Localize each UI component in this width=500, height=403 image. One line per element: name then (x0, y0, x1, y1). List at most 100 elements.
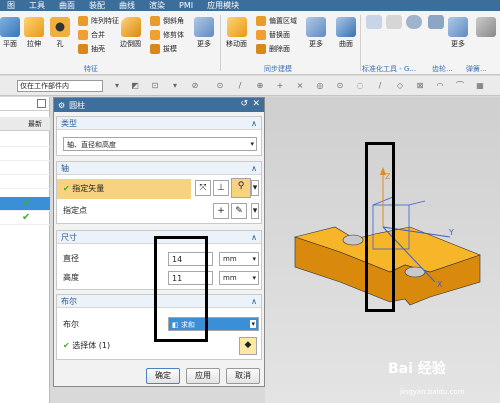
edge-blend-icon (120, 17, 141, 37)
ok-button[interactable]: 确定 (146, 368, 180, 384)
diameter-unit-dropdown[interactable]: mm ▾ (219, 252, 259, 266)
apply-button[interactable]: 应用 (186, 368, 220, 384)
quadrant-icon[interactable]: ⊙ (335, 81, 345, 91)
dialog-title-bar: ⚙ 圆柱 ↺ ✕ (54, 98, 264, 112)
draft-button[interactable]: 拔模 (150, 43, 177, 55)
inferred-vector-icon[interactable]: ⚲ (231, 178, 251, 198)
gear-tool[interactable] (406, 15, 422, 29)
tangent-icon[interactable]: ⌒ (455, 81, 465, 91)
tab-assembly[interactable]: 装配 (82, 0, 112, 11)
chevron-down-icon[interactable]: ▾ (251, 203, 259, 219)
tab-view[interactable]: 图 (0, 0, 22, 11)
inferred-point-icon[interactable]: ✎ (231, 203, 247, 219)
unite-button[interactable]: 合并 (78, 29, 105, 41)
pattern-icon (78, 16, 88, 26)
tab-render[interactable]: 渲染 (142, 0, 172, 11)
more-sync-button[interactable]: 更多 (306, 17, 326, 49)
extrude-button[interactable]: 拉伸 (24, 17, 44, 49)
selection-scope-dropdown[interactable]: 仅在工作部件内 (17, 80, 103, 92)
endpoint-icon[interactable]: / (235, 81, 245, 91)
trim-body-button[interactable]: 修剪体 (150, 29, 184, 41)
offset-region-icon (256, 16, 266, 26)
more-feature-button[interactable]: 更多 (194, 17, 214, 49)
existing-point-icon[interactable]: ◌ (355, 81, 365, 91)
section-header[interactable]: 类型 ∧ (57, 117, 261, 130)
filter-icon[interactable]: ▾ (112, 81, 122, 91)
navigator-row[interactable] (0, 133, 50, 147)
ribbon-separator (220, 15, 221, 71)
group-label-feature: 特征 (84, 65, 98, 73)
curve-rule-icon[interactable]: ⊘ (190, 81, 200, 91)
y-axis-label: Y (448, 228, 454, 237)
standard-tool-2[interactable] (386, 15, 402, 29)
shell-button[interactable]: 抽壳 (78, 43, 105, 55)
fastener-icon (386, 15, 402, 29)
annotation-box-dimensions (154, 236, 208, 342)
intersection-icon[interactable]: × (295, 81, 305, 91)
section-header[interactable]: 轴 ∧ (57, 162, 261, 175)
snap-point-icon[interactable]: ⊙ (215, 81, 225, 91)
chevron-down-icon: ▾ (252, 255, 256, 263)
gear-icon (406, 15, 422, 29)
point-dialog-icon[interactable]: + (213, 203, 229, 219)
point-on-face-icon[interactable]: ◇ (395, 81, 405, 91)
group-label-sync: 同步建模 (264, 65, 292, 73)
standard-tool-1[interactable] (366, 15, 382, 29)
pattern-feature-button[interactable]: 阵列特征 (78, 15, 119, 27)
navigator-row-selected[interactable]: ✔ (0, 197, 50, 211)
reverse-direction-icon[interactable]: ⤧ (195, 180, 211, 196)
replace-face-icon (256, 30, 266, 40)
chevron-up-icon: ∧ (251, 233, 257, 242)
select-icon[interactable]: ◩ (130, 81, 140, 91)
specify-vector-row[interactable]: ✔ 指定矢量 (57, 179, 191, 199)
center-icon[interactable]: ◎ (315, 81, 325, 91)
reset-icon[interactable]: ↺ (240, 99, 248, 109)
snap-icon[interactable]: ⊡ (150, 81, 160, 91)
move-face-button[interactable]: 移动面 (226, 17, 247, 49)
height-unit-dropdown[interactable]: mm ▾ (219, 271, 259, 285)
close-icon[interactable]: ✕ (252, 99, 260, 109)
control-point-icon[interactable]: + (275, 81, 285, 91)
surface-button[interactable]: 曲面 (336, 17, 356, 49)
offset-region-button[interactable]: 偏置区域 (256, 15, 297, 27)
chevron-down-icon: ▾ (250, 140, 254, 148)
navigator-close-icon[interactable] (37, 99, 46, 108)
more-apps-button[interactable]: 更多 (448, 17, 468, 49)
surface-icon (336, 17, 356, 37)
bounded-icon[interactable]: ⊠ (415, 81, 425, 91)
tab-applications[interactable]: 应用模块 (200, 0, 246, 11)
navigator-row[interactable]: ✔ (0, 211, 50, 225)
hole-icon (50, 17, 70, 37)
chamfer-button[interactable]: 倒斜角 (150, 15, 184, 27)
cancel-button[interactable]: 取消 (226, 368, 260, 384)
delete-face-button[interactable]: 删除面 (256, 43, 290, 55)
chevron-down-icon: ▾ (250, 320, 256, 328)
hole-button[interactable]: 孔 (50, 17, 70, 49)
tab-tools[interactable]: 工具 (22, 0, 52, 11)
point-on-curve-icon[interactable]: / (375, 81, 385, 91)
grid-icon[interactable]: ▦ (475, 81, 485, 91)
ribbon: 平面 拉伸 孔 阵列特征 合并 抽壳 边倒圆 倒斜角 修剪体 拔模 更多 移动面… (0, 11, 500, 75)
gear-icon[interactable]: ⚙ (58, 101, 65, 110)
navigator-row[interactable] (0, 175, 50, 189)
navigator-row[interactable] (0, 161, 50, 175)
chevron-down-icon[interactable]: ▾ (251, 180, 259, 196)
arc-center-icon[interactable]: ◠ (435, 81, 445, 91)
selection-toolbar: 仅在工作部件内 ▾ ◩ ⊡ ▾ ⊘ ⊙ / ⊕ + × ◎ ⊙ ◌ / ◇ ⊠ … (0, 76, 500, 96)
tab-pmi[interactable]: PMI (172, 0, 200, 11)
spring-tool[interactable] (428, 15, 444, 29)
more-tools-button[interactable] (476, 17, 496, 37)
check-icon: ✔ (22, 212, 31, 223)
plane-button[interactable]: 平面 (0, 17, 20, 49)
dropdown-icon[interactable]: ▾ (170, 81, 180, 91)
replace-face-button[interactable]: 替换面 (256, 29, 290, 41)
navigator-row[interactable] (0, 147, 50, 161)
type-dropdown[interactable]: 轴、直径和高度 ▾ (63, 137, 257, 151)
tab-surface[interactable]: 曲面 (52, 0, 82, 11)
vector-dialog-icon[interactable]: ⊥ (213, 180, 229, 196)
select-body-icon[interactable]: ◆ (239, 337, 257, 355)
tab-curve[interactable]: 曲线 (112, 0, 142, 11)
edge-blend-button[interactable]: 边倒圆 (120, 17, 141, 49)
chamfer-icon (150, 16, 160, 26)
midpoint-icon[interactable]: ⊕ (255, 81, 265, 91)
